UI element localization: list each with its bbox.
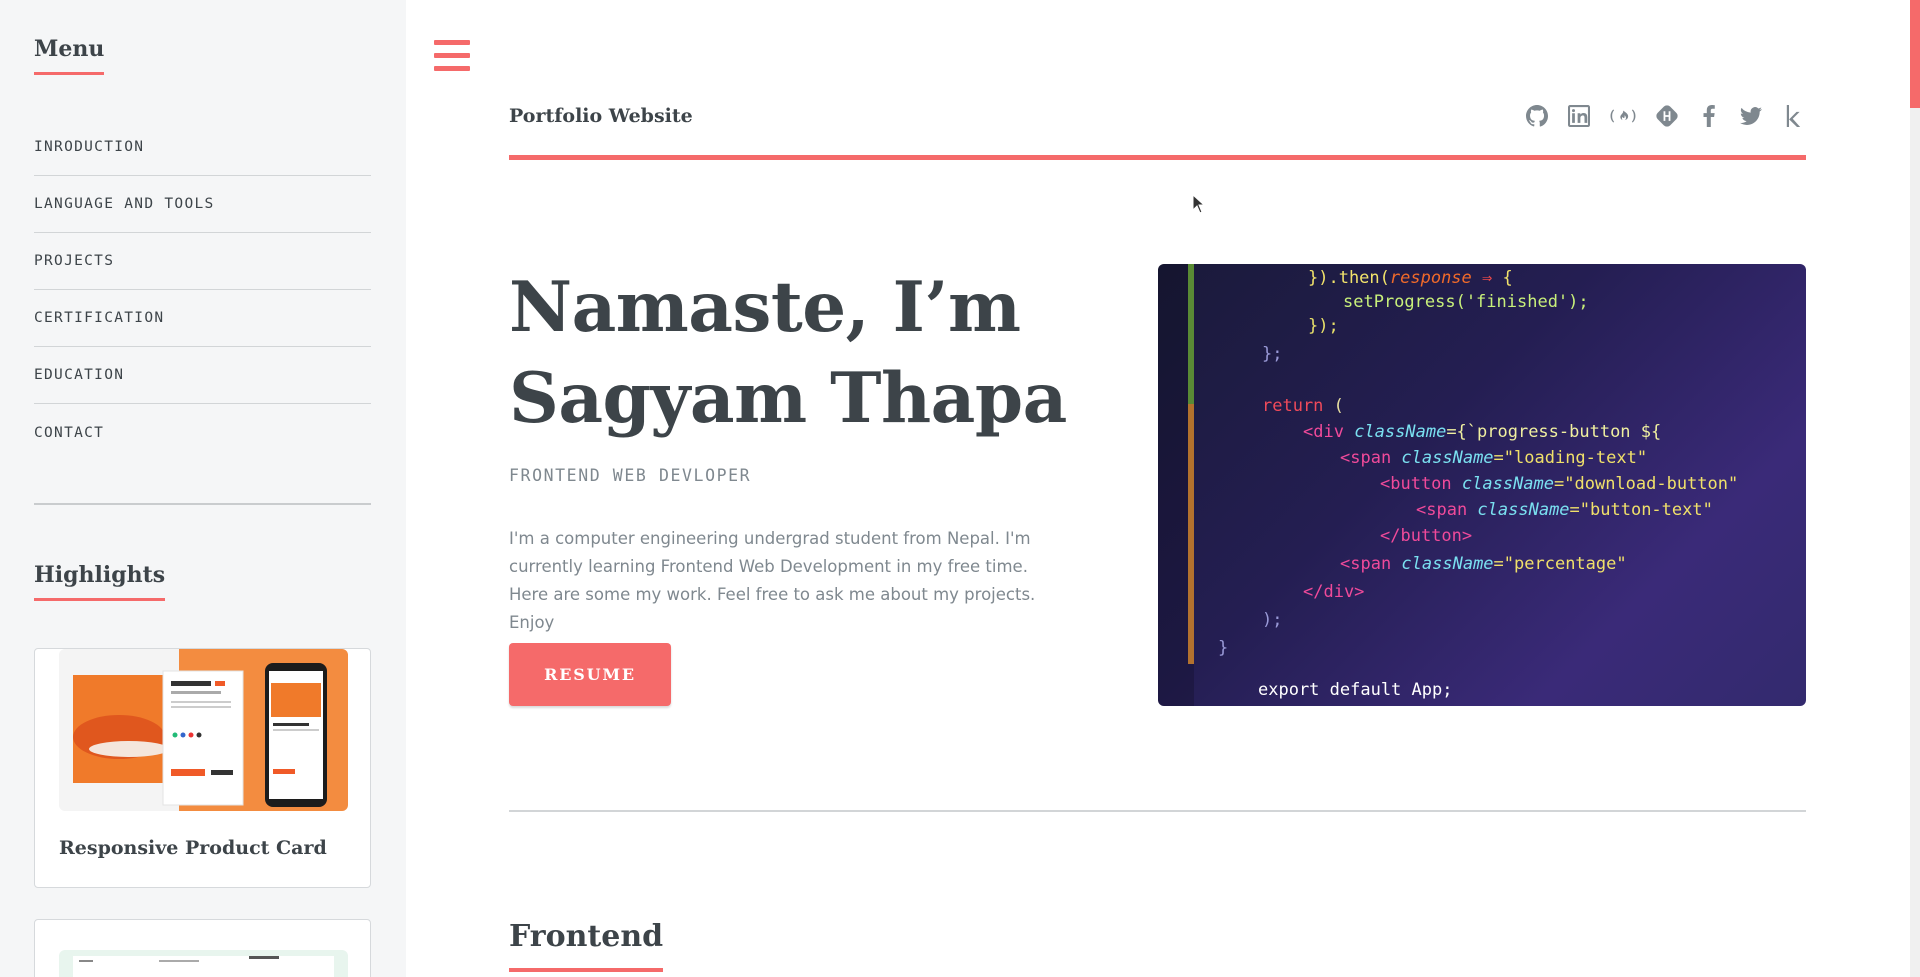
hero-code-image: }).then(response ⇒ { setProgress('finish…: [1158, 264, 1806, 706]
hamburger-menu-icon[interactable]: [434, 40, 470, 72]
highlight-card-title[interactable]: Responsive Product Card: [59, 837, 327, 859]
hero-title: Namaste, I’m Sagyam Thapa: [509, 262, 1067, 444]
sidebar-item-language-and-tools[interactable]: LANGUAGE AND TOOLS: [34, 176, 371, 233]
highlight-card[interactable]: Responsive Product Card: [34, 648, 371, 888]
site-header: Portfolio Website: [509, 103, 1806, 160]
hero-description: I'm a computer engineering undergrad stu…: [509, 529, 1036, 632]
freecodecamp-icon[interactable]: [1608, 103, 1638, 129]
section-heading: Frontend: [509, 919, 664, 972]
scrollbar[interactable]: [1910, 0, 1920, 977]
hero-title-line2: Sagyam Thapa: [509, 358, 1067, 439]
hashnode-icon[interactable]: [1654, 103, 1680, 129]
sidebar-item-education[interactable]: EDUCATION: [34, 347, 371, 404]
linkedin-icon[interactable]: [1566, 103, 1592, 129]
site-logo[interactable]: Portfolio Website: [509, 105, 693, 127]
sidebar-item-certification[interactable]: CERTIFICATION: [34, 290, 371, 347]
sidebar-divider: [34, 503, 371, 505]
sidebar-item-projects[interactable]: PROJECTS: [34, 233, 371, 290]
sidebar-menu: INRODUCTION LANGUAGE AND TOOLS PROJECTS …: [34, 119, 371, 461]
hero-subtitle: FRONTEND WEB DEVLOPER: [509, 466, 752, 485]
hero-title-line1: Namaste, I’m: [509, 267, 1021, 348]
mouse-cursor-icon: [1192, 194, 1206, 214]
highlight-thumbnail[interactable]: [59, 950, 348, 977]
sidebar-item-introduction[interactable]: INRODUCTION: [34, 119, 371, 176]
facebook-icon[interactable]: [1696, 103, 1722, 129]
highlights-heading: Highlights: [34, 562, 166, 601]
product-card-thumbnail[interactable]: [59, 649, 348, 811]
kaggle-icon[interactable]: [1780, 103, 1806, 129]
sidebar: Menu INRODUCTION LANGUAGE AND TOOLS PROJ…: [0, 0, 406, 977]
highlight-card[interactable]: [34, 919, 371, 977]
resume-button[interactable]: RESUME: [509, 643, 671, 706]
social-icons: [1524, 103, 1806, 129]
sidebar-item-contact[interactable]: CONTACT: [34, 404, 371, 461]
section-divider: [509, 810, 1806, 812]
scrollbar-thumb[interactable]: [1910, 0, 1920, 108]
github-icon[interactable]: [1524, 103, 1550, 129]
twitter-icon[interactable]: [1738, 103, 1764, 129]
menu-heading: Menu: [34, 36, 105, 75]
